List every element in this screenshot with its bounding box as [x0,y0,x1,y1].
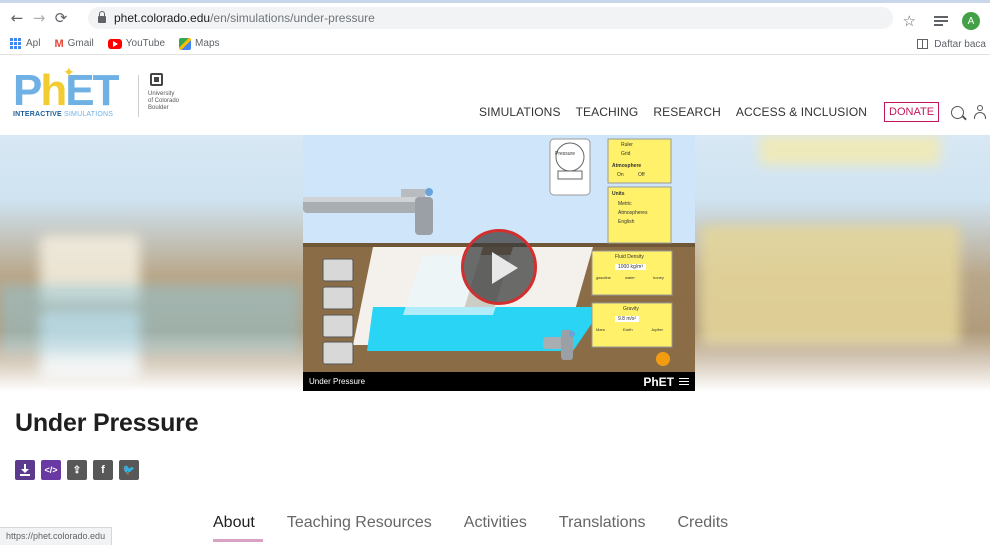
share-icon: ⇪ [72,464,82,476]
cu-boulder-text: University of Colorado Boulder [148,91,180,111]
url-host: phet.colorado.edu [114,11,211,25]
simulation-preview[interactable]: Pressure Ruler Grid Atmosphere On Off Un… [303,135,695,391]
donate-button[interactable]: DONATE [884,102,940,122]
bookmark-gmail-label: Gmail [67,38,94,49]
media-queue-icon[interactable] [934,16,948,26]
fluid-scale-honey: honey [653,275,664,280]
browser-toolbar: ← → ⟳ phet.colorado.edu/en/simulations/u… [0,3,990,33]
reading-list-icon [917,39,929,49]
units-atmospheres-radio[interactable]: Atmospheres [618,210,647,216]
nav-access-inclusion[interactable]: ACCESS & INCLUSION [736,105,867,119]
bookmark-apps[interactable]: Apl [0,38,40,49]
tab-activities[interactable]: Activities [464,514,527,532]
lock-icon [98,10,106,23]
code-icon: </> [44,465,58,475]
bookmark-maps[interactable]: Maps [179,37,220,50]
gravity-scale-earth: Earth [623,327,633,332]
bookmark-maps-label: Maps [195,38,220,49]
hero-blur-panel-top [760,135,940,165]
reading-list-button[interactable]: Daftar baca [917,33,986,55]
ruler-checkbox-label[interactable]: Ruler [621,142,633,148]
bookmark-youtube-label: YouTube [125,38,166,49]
content-tabs: About Teaching Resources Activities Tran… [213,514,760,542]
bookmark-apps-label: Apl [26,38,41,49]
tab-about[interactable]: About [213,514,263,542]
atmosphere-label: Atmosphere [612,163,642,169]
share-button[interactable]: ⇪ [67,460,87,480]
url-path: /en/simulations/under-pressure [210,11,375,25]
embed-button[interactable]: </> [41,460,61,480]
search-icon[interactable] [951,105,965,119]
apps-grid-icon [10,38,21,49]
gravity-scale-jupiter: Jupiter [651,327,664,332]
gravity-label: Gravity [623,306,639,312]
units-label: Units [612,191,625,197]
grid-checkbox-label[interactable]: Grid [621,151,630,157]
tab-translations[interactable]: Translations [559,514,646,532]
forward-arrow-icon[interactable]: → [28,7,50,29]
fluid-density-value[interactable]: 1000 kg/m³ [615,264,647,270]
tab-credits[interactable]: Credits [677,514,728,532]
phet-star-icon: ✦ [63,65,75,81]
facebook-icon: f [101,464,105,476]
gravity-value[interactable]: 9.8 m/s² [615,316,640,322]
simulation-navbar: Under Pressure PhET [303,372,695,391]
facebook-button[interactable]: f [93,460,113,480]
address-bar[interactable]: phet.colorado.edu/en/simulations/under-p… [88,7,893,29]
youtube-icon [107,38,122,49]
user-icon[interactable] [974,105,987,119]
nav-research[interactable]: RESEARCH [653,105,720,119]
bookmark-star-icon[interactable]: ☆ [903,12,916,30]
maps-icon [179,37,192,50]
fluid-density-label: Fluid Density [615,254,644,260]
site-header: PhET ✦ INTERACTIVE SIMULATIONS Universit… [0,55,990,135]
fluid-scale-gasoline: gasoline [596,275,611,280]
download-button[interactable] [15,460,35,480]
bookmarks-bar: Apl M Gmail YouTube Maps Daftar baca [0,33,990,55]
simulation-phet-brand[interactable]: PhET [643,375,689,389]
bookmark-gmail[interactable]: M Gmail [54,38,93,50]
units-english-radio[interactable]: English [618,219,634,225]
status-bar-url: https://phet.colorado.edu [0,527,113,545]
play-button[interactable] [461,229,537,305]
twitter-icon: 🐦 [122,464,136,476]
profile-avatar[interactable]: A [962,12,980,30]
reading-list-label: Daftar baca [934,38,986,50]
cu-emblem-icon [150,73,163,86]
hamburger-menu-icon[interactable] [679,377,689,386]
nav-simulations[interactable]: SIMULATIONS [479,105,561,119]
gravity-scale-mars: Mars [596,327,605,332]
nav-teaching[interactable]: TEACHING [576,105,639,119]
logo-divider [138,75,139,117]
pressure-gauge-label: Pressure [555,151,576,157]
fluid-scale-water: water [625,275,635,280]
phet-logo[interactable]: PhET ✦ INTERACTIVE SIMULATIONS [13,65,130,122]
main-nav: SIMULATIONS TEACHING RESEARCH ACCESS & I… [479,102,987,122]
atmosphere-off-radio[interactable]: Off [638,172,645,178]
atmosphere-on-radio[interactable]: On [617,172,624,178]
reload-icon[interactable]: ⟳ [50,7,72,29]
tab-teaching-resources[interactable]: Teaching Resources [287,514,432,532]
phet-logo-tagline: INTERACTIVE SIMULATIONS [13,111,114,118]
cu-boulder-logo[interactable]: University of Colorado Boulder [148,73,194,119]
bookmark-youtube[interactable]: YouTube [107,38,166,49]
back-arrow-icon[interactable]: ← [6,7,28,29]
units-metric-radio[interactable]: Metric [618,201,632,207]
gmail-icon: M [54,37,64,50]
page-title: Under Pressure [15,409,199,437]
share-actions: </> ⇪ f 🐦 [15,460,145,480]
simulation-navbar-title: Under Pressure [309,377,366,386]
hero-blur-panel-right [700,225,960,345]
twitter-button[interactable]: 🐦 [119,460,139,480]
